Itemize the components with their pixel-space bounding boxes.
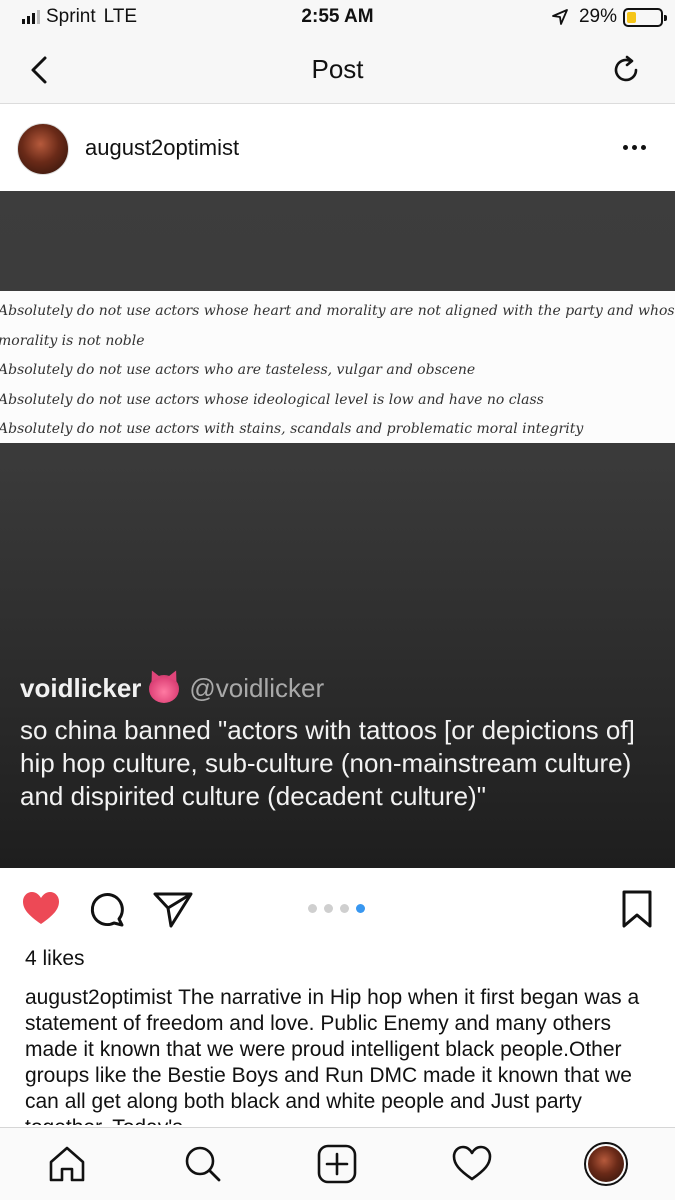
bookmark-icon[interactable]: [616, 888, 658, 930]
page-title: Post: [311, 54, 364, 84]
profile-avatar[interactable]: [584, 1142, 628, 1186]
avatar[interactable]: [17, 123, 69, 175]
comment-icon[interactable]: [86, 888, 128, 930]
post-caption: august2optimist The narrative in Hip hop …: [25, 985, 655, 1125]
status-bar: Sprint LTE 2:55 AM 29%: [0, 0, 675, 36]
nav-header: Post: [0, 36, 675, 104]
tweet-handle: @voidlicker: [189, 673, 325, 703]
battery-percent: 29%: [578, 6, 617, 27]
carousel-dot: [308, 904, 317, 913]
like-heart-icon[interactable]: [20, 888, 62, 930]
post-header: august2optimist: [0, 105, 675, 191]
tweet-header: voidlicker @voidlicker: [20, 673, 660, 704]
battery-icon: [623, 7, 667, 27]
carousel-dot: [340, 904, 349, 913]
embedded-tweet: voidlicker @voidlicker so china banned "…: [20, 673, 660, 813]
carousel-dot: [324, 904, 333, 913]
caption-username[interactable]: august2optimist: [25, 986, 172, 1009]
search-icon[interactable]: [180, 1142, 224, 1186]
quote-line: Absolutely do not use actors whose ideol…: [0, 391, 544, 408]
quote-line: Absolutely do not use actors with stains…: [0, 421, 584, 437]
post-image[interactable]: Absolutely do not use actors whose heart…: [0, 191, 675, 868]
activity-heart-icon[interactable]: [450, 1142, 494, 1186]
quote-excerpt: Absolutely do not use actors whose heart…: [0, 291, 675, 443]
more-options-icon[interactable]: [623, 139, 653, 155]
status-right: 29%: [551, 6, 667, 28]
tweet-author-name: voidlicker: [20, 673, 142, 703]
likes-count[interactable]: 4 likes: [25, 947, 85, 971]
location-arrow-icon: [552, 9, 568, 25]
devil-emoji-icon: [149, 674, 180, 703]
post-username[interactable]: august2optimist: [85, 135, 239, 161]
carousel-dot: [356, 904, 365, 913]
tweet-text: so china banned "actors with tattoos [or…: [20, 715, 635, 811]
share-icon[interactable]: [152, 888, 194, 930]
refresh-icon[interactable]: [609, 52, 645, 88]
carousel-indicator: [308, 904, 365, 913]
add-post-icon[interactable]: [315, 1142, 359, 1186]
quote-line: morality is not noble: [0, 332, 145, 349]
quote-line: Absolutely do not use actors whose heart…: [0, 303, 675, 319]
battery-fill: [627, 11, 637, 23]
bottom-tab-bar: [0, 1127, 675, 1200]
home-icon[interactable]: [45, 1142, 89, 1186]
post-actions: [0, 868, 675, 948]
quote-line: Absolutely do not use actors who are tas…: [0, 362, 476, 378]
